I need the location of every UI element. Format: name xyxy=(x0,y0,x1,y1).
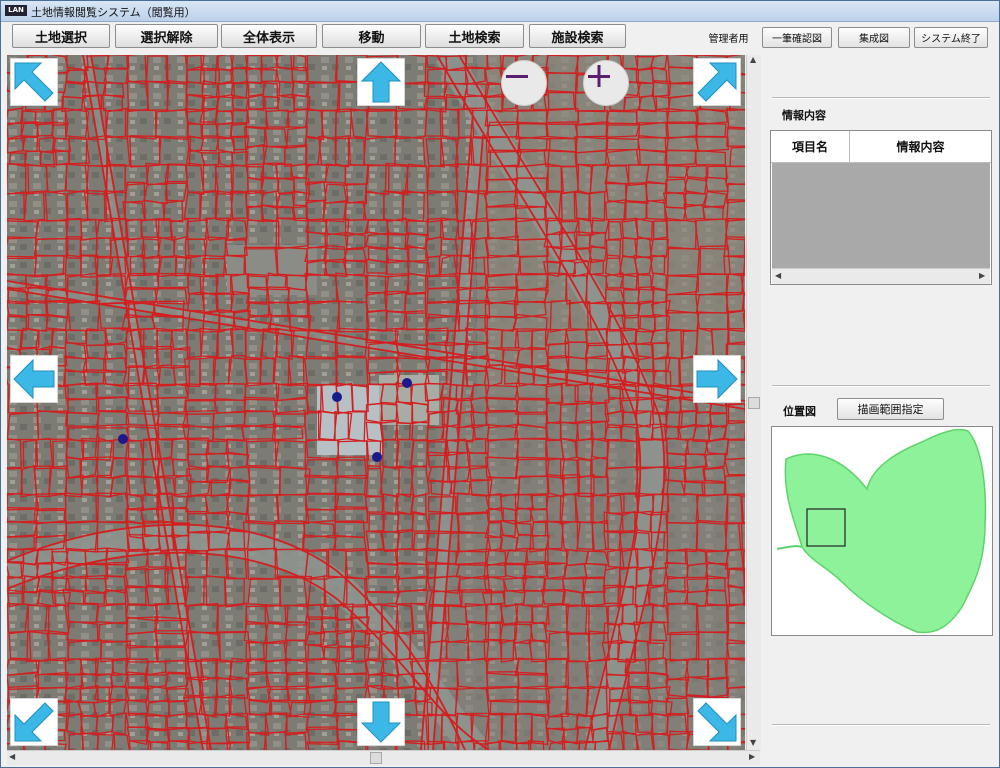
plus-icon xyxy=(588,65,610,87)
divider xyxy=(772,385,990,387)
scroll-thumb[interactable] xyxy=(370,752,382,764)
facility-marker[interactable] xyxy=(118,434,128,444)
pan-down-left-button[interactable] xyxy=(10,698,58,746)
scroll-left-icon[interactable]: ◀ xyxy=(775,271,781,280)
arrow-down-right-icon xyxy=(697,702,737,742)
divider xyxy=(772,724,990,726)
title-bar: LAN 土地情報閲覧システム（閲覧用） xyxy=(1,1,999,22)
info-section-title: 情報内容 xyxy=(782,109,826,122)
pan-down-right-button[interactable] xyxy=(693,698,741,746)
table-header: 項目名 情報内容 xyxy=(771,131,991,163)
window-title: 土地情報閲覧システム（閲覧用） xyxy=(31,6,196,19)
scroll-thumb[interactable] xyxy=(748,397,760,409)
arrow-down-left-icon xyxy=(14,702,54,742)
facility-marker[interactable] xyxy=(372,452,382,462)
select-land-button[interactable]: 土地選択 xyxy=(12,24,110,48)
arrow-right-icon xyxy=(696,358,738,400)
divider xyxy=(772,97,990,99)
scroll-right-icon[interactable]: ▶ xyxy=(749,752,755,761)
map-vertical-scrollbar[interactable]: ▲ ▼ xyxy=(746,55,761,750)
scroll-right-icon[interactable]: ▶ xyxy=(979,271,985,280)
pan-right-button[interactable] xyxy=(693,355,741,403)
pan-down-button[interactable] xyxy=(357,698,405,746)
arrow-up-right-icon xyxy=(697,62,737,102)
set-draw-range-button[interactable]: 描画範囲指定 xyxy=(837,398,944,420)
facility-search-button[interactable]: 施設検索 xyxy=(529,24,626,48)
zoom-out-button[interactable] xyxy=(501,60,547,106)
scroll-down-icon[interactable]: ▼ xyxy=(750,738,756,747)
app-logo-icon: LAN xyxy=(5,5,27,16)
info-table[interactable]: 項目名 情報内容 ◀ ▶ xyxy=(770,130,992,285)
location-map[interactable] xyxy=(771,426,993,636)
arrow-up-left-icon xyxy=(14,62,54,102)
map-horizontal-scrollbar[interactable]: ◀ ▶ xyxy=(7,750,760,765)
parcel-confirm-map-button[interactable]: 一筆確認図 xyxy=(762,27,832,48)
table-horizontal-scrollbar[interactable]: ◀ ▶ xyxy=(772,268,990,284)
exit-system-button[interactable]: システム終了 xyxy=(914,27,988,48)
show-all-button[interactable]: 全体表示 xyxy=(221,24,317,48)
arrow-down-icon xyxy=(360,701,402,743)
column-header[interactable]: 情報内容 xyxy=(850,131,991,162)
land-search-button[interactable]: 土地検索 xyxy=(425,24,524,48)
column-header[interactable]: 項目名 xyxy=(771,131,850,162)
minus-icon xyxy=(506,75,528,78)
pan-up-button[interactable] xyxy=(357,58,405,106)
compiled-map-button[interactable]: 集成図 xyxy=(838,27,910,48)
scroll-left-icon[interactable]: ◀ xyxy=(9,752,15,761)
aerial-parcel-map xyxy=(7,55,745,750)
location-section-title: 位置図 xyxy=(783,405,816,418)
zoom-in-button[interactable] xyxy=(583,60,629,106)
facility-marker[interactable] xyxy=(402,378,412,388)
arrow-left-icon xyxy=(13,358,55,400)
map-canvas[interactable] xyxy=(7,55,745,750)
deselect-button[interactable]: 選択解除 xyxy=(115,24,218,48)
overview-map xyxy=(776,428,987,634)
facility-marker[interactable] xyxy=(332,392,342,402)
arrow-up-icon xyxy=(360,61,402,103)
move-button[interactable]: 移動 xyxy=(322,24,421,48)
pan-up-right-button[interactable] xyxy=(693,58,741,106)
scroll-up-icon[interactable]: ▲ xyxy=(750,55,756,64)
pan-left-button[interactable] xyxy=(10,355,58,403)
table-body xyxy=(772,163,990,268)
admin-label: 管理者用 xyxy=(708,34,749,45)
pan-up-left-button[interactable] xyxy=(10,58,58,106)
